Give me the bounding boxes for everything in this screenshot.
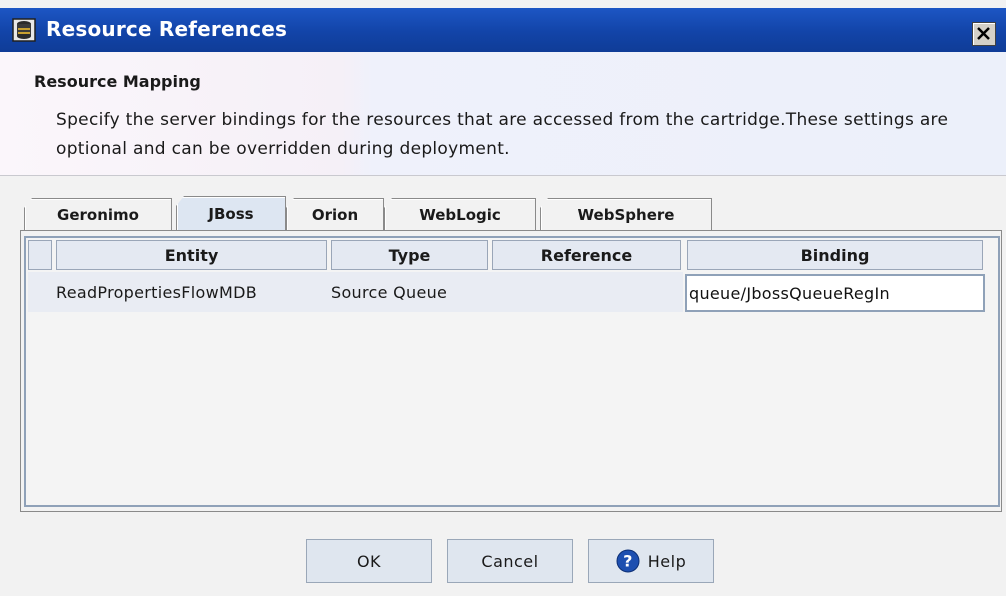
help-button-label: Help: [647, 551, 687, 571]
svg-text:?: ?: [623, 552, 633, 571]
tab-geronimo[interactable]: Geronimo: [24, 198, 172, 231]
close-icon: [977, 27, 990, 40]
window-title: Resource References: [46, 17, 288, 41]
row-selector-header[interactable]: [28, 240, 52, 270]
help-icon: ?: [616, 549, 640, 573]
column-header-type[interactable]: Type: [331, 240, 488, 270]
cancel-button[interactable]: Cancel: [447, 539, 573, 583]
tab-jboss[interactable]: JBoss: [176, 196, 286, 231]
binding-field[interactable]: [685, 274, 985, 312]
help-button[interactable]: ? Help: [588, 539, 714, 583]
close-button[interactable]: [972, 22, 996, 46]
ok-button[interactable]: OK: [306, 539, 432, 583]
title-bar[interactable]: Resource References: [0, 8, 1006, 52]
cell-reference[interactable]: [489, 272, 683, 312]
section-description: Specify the server bindings for the reso…: [56, 110, 949, 159]
column-header-entity[interactable]: Entity: [56, 240, 327, 270]
tab-websphere[interactable]: WebSphere: [540, 198, 712, 231]
cell-entity[interactable]: ReadPropertiesFlowMDB: [52, 272, 329, 312]
resource-references-dialog: Resource References Resource Mapping Spe…: [0, 0, 1006, 596]
column-header-binding[interactable]: Binding: [687, 240, 983, 270]
app-window-icon: [12, 18, 36, 42]
header-panel: Resource Mapping Specify the server bind…: [0, 52, 1006, 176]
section-title: Resource Mapping: [34, 72, 201, 91]
tab-weblogic[interactable]: WebLogic: [384, 198, 536, 231]
cell-type[interactable]: Source Queue: [329, 272, 489, 312]
row-selector[interactable]: [28, 272, 52, 312]
column-header-reference[interactable]: Reference: [492, 240, 681, 270]
tab-orion[interactable]: Orion: [286, 198, 384, 231]
